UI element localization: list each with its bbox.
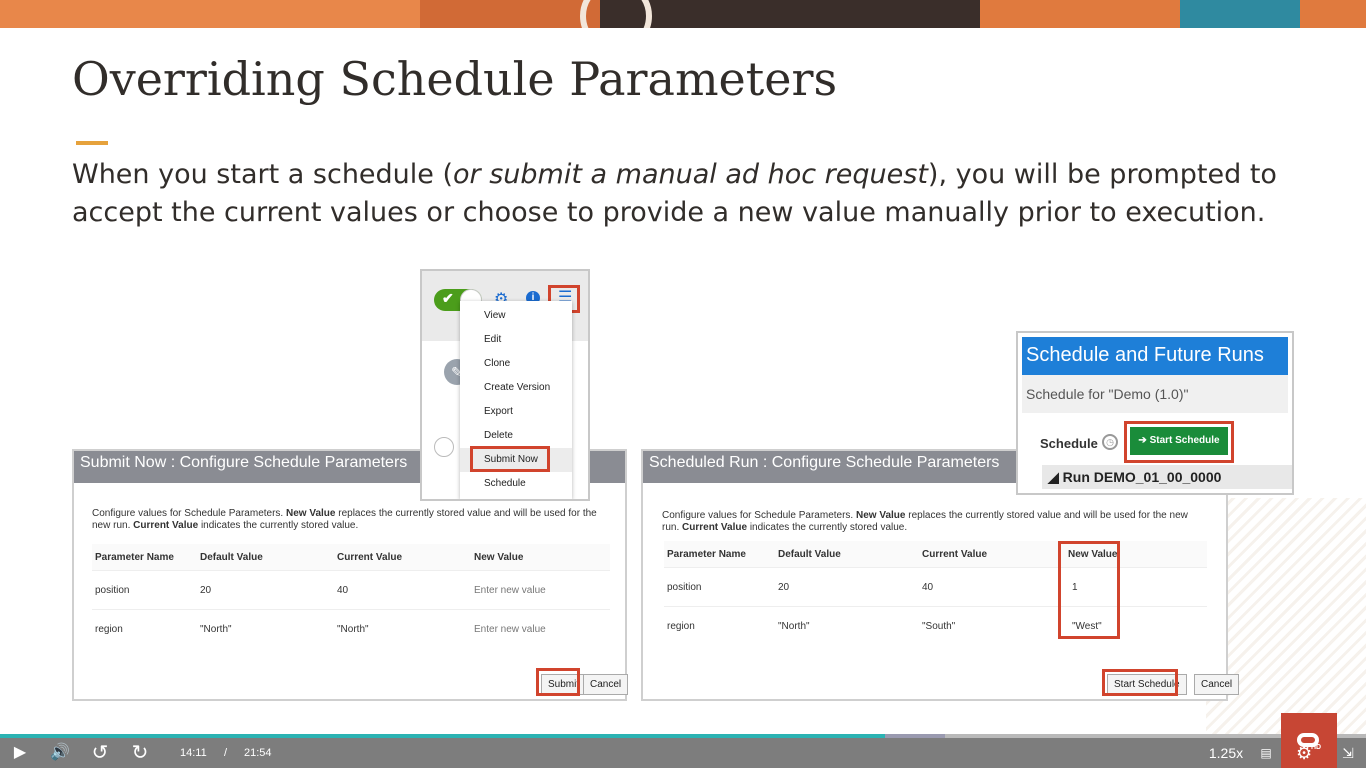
- current-value-cell: "South": [922, 606, 1066, 645]
- scheduled-run-parameter-table: Parameter Name Default Value Current Val…: [664, 541, 1207, 645]
- column-header: Parameter Name: [664, 541, 778, 568]
- clock-icon: ◷: [1102, 434, 1118, 450]
- cancel-button[interactable]: Cancel: [583, 674, 629, 695]
- title-accent-bar: [76, 141, 108, 145]
- arrow-right-icon: ➔: [1138, 435, 1150, 446]
- new-value-input[interactable]: Enter new value: [474, 609, 610, 648]
- slide-description: When you start a schedule (or submit a m…: [72, 159, 1277, 228]
- decorative-pattern: [1206, 498, 1366, 738]
- volume-icon[interactable]: 🔊: [48, 738, 72, 768]
- panel-subtitle: Schedule for "Demo (1.0)": [1022, 375, 1288, 413]
- video-player-bar: ▶ 🔊 ↺ ↻ 14:11 / 21:54 1.25x ▤ ⇲: [0, 734, 1366, 768]
- schedule-future-runs-panel: Schedule and Future Runs Schedule for "D…: [1016, 331, 1294, 495]
- param-name-cell: position: [664, 567, 778, 607]
- time-separator: /: [224, 747, 228, 759]
- menu-item-create-version[interactable]: Create Version: [460, 376, 572, 400]
- schedule-label: Schedule: [1040, 436, 1098, 451]
- menu-item-edit[interactable]: Edit: [460, 328, 572, 352]
- panel-title: Schedule and Future Runs: [1022, 337, 1288, 375]
- default-value-cell: "North": [778, 606, 922, 645]
- menu-item-clone[interactable]: Clone: [460, 352, 572, 376]
- column-header: Default Value: [778, 541, 922, 568]
- param-name-cell: position: [92, 570, 200, 610]
- slide-title: Overriding Schedule Parameters: [72, 52, 838, 106]
- table-header-row: Parameter Name Default Value Current Val…: [92, 544, 610, 571]
- replay-icon[interactable]: ↺: [88, 738, 112, 768]
- action-menu-panel: ✔ ⚙ i ☰ ✎ View Edit Clone Create Version…: [420, 269, 590, 501]
- submit-now-parameter-table: Parameter Name Default Value Current Val…: [92, 544, 610, 648]
- column-header: Current Value: [337, 544, 474, 571]
- play-icon[interactable]: ▶: [8, 738, 32, 768]
- run-row[interactable]: ◢ Run DEMO_01_00_0000: [1042, 465, 1292, 489]
- column-header: Current Value: [922, 541, 1066, 568]
- current-value-cell: 40: [337, 570, 474, 610]
- check-icon: ✔: [442, 290, 454, 306]
- action-menu-list: View Edit Clone Create Version Export De…: [460, 301, 572, 499]
- column-header: New Value: [1066, 541, 1207, 568]
- playback-speed[interactable]: 1.25x: [1206, 738, 1246, 768]
- buffer-bar: [885, 734, 946, 738]
- current-time: 14:11: [180, 747, 207, 759]
- default-value-cell: "North": [200, 609, 337, 648]
- hd-badge: HD: [1311, 744, 1322, 751]
- cancel-button[interactable]: Cancel: [1194, 674, 1240, 695]
- menu-item-export[interactable]: Export: [460, 400, 572, 424]
- submit-now-info-text: Configure values for Schedule Parameters…: [92, 508, 597, 531]
- table-row: position 20 40 Enter new value: [92, 570, 610, 610]
- table-header-row: Parameter Name Default Value Current Val…: [664, 541, 1207, 568]
- forward-icon[interactable]: ↻: [128, 738, 152, 768]
- exit-fullscreen-icon[interactable]: ⇲: [1338, 738, 1358, 768]
- param-name-cell: region: [664, 606, 778, 645]
- column-header: Default Value: [200, 544, 337, 571]
- start-schedule-button[interactable]: Start Schedule: [1107, 674, 1187, 695]
- new-value-input[interactable]: "West": [1066, 606, 1207, 645]
- captions-icon[interactable]: ▤: [1256, 738, 1276, 768]
- settings-icon[interactable]: ⚙: [1296, 738, 1312, 768]
- menu-item-delete[interactable]: Delete: [460, 424, 572, 448]
- scheduled-run-info-text: Configure values for Schedule Parameters…: [662, 510, 1188, 533]
- column-header: Parameter Name: [92, 544, 200, 571]
- default-value-cell: 20: [200, 570, 337, 610]
- table-row: position 20 40 1: [664, 567, 1207, 607]
- duration: 21:54: [244, 747, 272, 759]
- radio-button[interactable]: [434, 437, 454, 457]
- column-header: New Value: [474, 544, 610, 571]
- table-row: region "North" "North" Enter new value: [92, 609, 610, 648]
- table-row: region "North" "South" "West": [664, 606, 1207, 645]
- submit-button[interactable]: Submit: [541, 674, 587, 695]
- decorative-banner: [0, 0, 1366, 28]
- collapse-triangle-icon: ◢: [1048, 469, 1063, 485]
- current-value-cell: "North": [337, 609, 474, 648]
- new-value-input[interactable]: 1: [1066, 567, 1207, 607]
- param-name-cell: region: [92, 609, 200, 648]
- menu-item-view[interactable]: View: [460, 304, 572, 328]
- current-value-cell: 40: [922, 567, 1066, 607]
- menu-item-submit-now[interactable]: Submit Now: [460, 448, 572, 472]
- start-schedule-button[interactable]: ➔ Start Schedule: [1130, 427, 1228, 455]
- menu-item-schedule[interactable]: Schedule: [460, 472, 572, 496]
- new-value-input[interactable]: Enter new value: [474, 570, 610, 610]
- default-value-cell: 20: [778, 567, 922, 607]
